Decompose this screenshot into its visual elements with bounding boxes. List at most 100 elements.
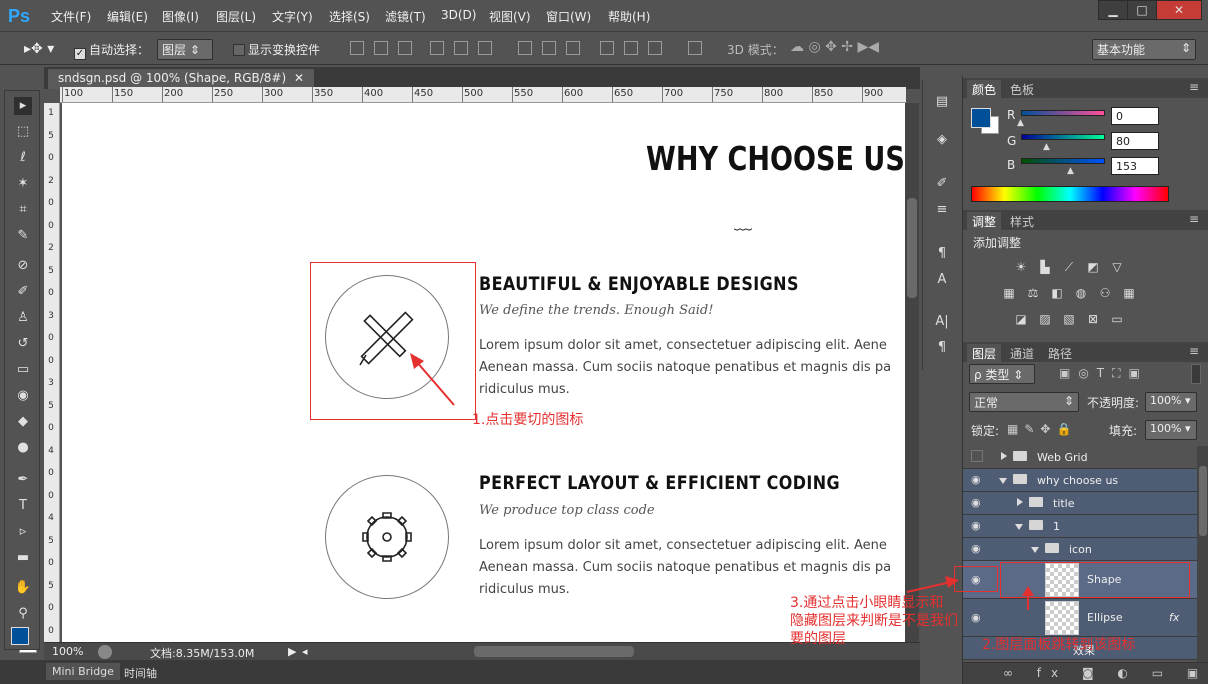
layer-visibility-eye-icon[interactable]: ◉ [971, 473, 985, 487]
opacity-input[interactable]: 100% ▾ [1145, 392, 1197, 412]
tab-timeline[interactable]: 时间轴 [118, 663, 163, 683]
history-brush-tool-icon[interactable]: ↺ [14, 335, 32, 353]
document-canvas[interactable]: WHY CHOOSE US ﹏ BEAUTIFUL & ENJOYABLE DE… [62, 103, 905, 642]
collapse-triangle-icon[interactable] [1031, 547, 1039, 553]
horizontal-scrollbar-thumb[interactable] [474, 646, 634, 657]
layer-effects-icon[interactable]: fx [1169, 611, 1179, 624]
marquee-tool-icon[interactable]: ⬚ [14, 123, 32, 141]
green-value-input[interactable]: 80 [1111, 132, 1159, 150]
tab-swatches[interactable]: 色板 [1005, 80, 1039, 99]
layer-row[interactable]: ◉ 1 [963, 515, 1197, 538]
zoom-tool-icon[interactable]: ⚲ [14, 605, 32, 623]
align-bottom-icon[interactable] [398, 41, 412, 55]
character-panel-icon[interactable]: A| [933, 314, 951, 332]
align-right-icon[interactable] [478, 41, 492, 55]
align-vcenter-icon[interactable] [374, 41, 388, 55]
align-top-icon[interactable] [350, 41, 364, 55]
menu-window[interactable]: 窗口(W) [546, 8, 591, 25]
pen-tool-icon[interactable]: ✒ [14, 471, 32, 489]
layer-visibility-eye-icon[interactable]: ◉ [971, 542, 985, 556]
tab-layers[interactable]: 图层 [967, 344, 1002, 363]
selective-color-icon[interactable]: ⊠ [1085, 312, 1101, 326]
levels-icon[interactable]: ▙ [1037, 260, 1053, 274]
distribute-hcenter-icon[interactable] [624, 41, 638, 55]
align-hcenter-icon[interactable] [454, 41, 468, 55]
layer-row[interactable]: ◉ title [963, 492, 1197, 515]
vertical-scrollbar[interactable] [905, 103, 919, 642]
brightness-icon[interactable]: ☀ [1013, 260, 1029, 274]
expand-triangle-icon[interactable] [1017, 498, 1023, 506]
lock-icons[interactable]: ▦✎✥🔒 [1007, 422, 1077, 436]
align-left-icon[interactable] [430, 41, 444, 55]
panel-menu-icon[interactable]: ≡ [1189, 80, 1199, 94]
threshold-icon[interactable]: ▧ [1061, 312, 1077, 326]
photo-filter-icon[interactable]: ◍ [1073, 286, 1089, 300]
blue-slider-handle[interactable]: ▲ [1067, 166, 1074, 176]
3d-panel-icon[interactable]: ◈ [933, 132, 951, 150]
status-menu-arrow-icon[interactable]: ▶ [288, 645, 296, 658]
color-spectrum[interactable] [971, 186, 1169, 202]
magic-wand-tool-icon[interactable]: ✶ [14, 175, 32, 193]
layer-row[interactable]: Web Grid [963, 446, 1197, 469]
minimize-button[interactable]: ▁ [1098, 0, 1128, 20]
status-info-icon[interactable] [98, 645, 112, 659]
collapse-triangle-icon[interactable] [999, 478, 1007, 484]
blend-mode-dropdown[interactable]: 正常 ⇕ [969, 392, 1079, 412]
brush-tool-icon[interactable]: ✐ [14, 283, 32, 301]
layer-filter-icons[interactable]: ▣◎T⛶▣ [1059, 366, 1148, 381]
menu-layer[interactable]: 图层(L) [216, 8, 256, 25]
layer-actions-icons[interactable]: ∞ fx ◙ ◐ ▭ ▣ ▤ [1003, 666, 1208, 680]
menu-3d[interactable]: 3D(D) [441, 8, 476, 22]
layer-row[interactable]: ◉ why choose us [963, 469, 1197, 492]
collapse-triangle-icon[interactable] [1015, 524, 1023, 530]
blue-slider[interactable] [1021, 158, 1105, 164]
green-slider[interactable] [1021, 134, 1105, 140]
close-button[interactable]: ✕ [1156, 0, 1202, 20]
healing-brush-tool-icon[interactable]: ⊘ [14, 257, 32, 275]
paragraph-panel-icon[interactable]: ¶ [933, 340, 951, 358]
red-slider-handle[interactable]: ▲ [1017, 118, 1024, 128]
scroll-left-arrow-icon[interactable]: ◂ [302, 645, 308, 658]
history-panel-icon[interactable]: ▤ [933, 94, 951, 112]
document-tab[interactable]: sndsgn.psd @ 100% (Shape, RGB/8#) ✕ [48, 69, 315, 89]
3d-mode-icons[interactable]: ☁ ◎ ✥ ✢ ▶◀ [790, 39, 879, 55]
menu-image[interactable]: 图像(I) [162, 8, 199, 25]
auto-select-dropdown[interactable]: 图层 ⇕ [157, 39, 213, 60]
invert-icon[interactable]: ◪ [1013, 312, 1029, 326]
red-value-input[interactable]: 0 [1111, 107, 1159, 125]
layer-scrollbar[interactable] [1197, 446, 1208, 668]
menu-filter[interactable]: 滤镜(T) [385, 8, 426, 25]
type-tool-icon[interactable]: T [14, 497, 32, 515]
curves-icon[interactable]: ⟋ [1061, 260, 1077, 274]
color-lookup-icon[interactable]: ▦ [1121, 286, 1137, 300]
character-style-icon[interactable]: A [933, 272, 951, 290]
eyedropper-tool-icon[interactable]: ✎ [14, 227, 32, 245]
menu-type[interactable]: 文字(Y) [272, 8, 313, 25]
tab-color[interactable]: 颜色 [967, 80, 1002, 99]
tab-paths[interactable]: 路径 [1043, 344, 1077, 363]
exposure-icon[interactable]: ◩ [1085, 260, 1101, 274]
distribute-top-icon[interactable] [518, 41, 532, 55]
zoom-level[interactable]: 100% [52, 645, 83, 658]
foreground-color-box[interactable] [971, 108, 991, 128]
tab-mini-bridge[interactable]: Mini Bridge [46, 663, 120, 680]
fill-input[interactable]: 100% ▾ [1145, 420, 1197, 440]
crop-tool-icon[interactable]: ⌗ [14, 201, 32, 219]
panel-menu-icon[interactable]: ≡ [1189, 344, 1199, 358]
workspace-dropdown[interactable]: 基本功能 ⇕ [1092, 39, 1196, 60]
rectangle-tool-icon[interactable]: ▬ [14, 549, 32, 567]
auto-align-icon[interactable] [688, 41, 702, 55]
stamp-tool-icon[interactable]: ♙ [14, 309, 32, 327]
blue-value-input[interactable]: 153 [1111, 157, 1159, 175]
distribute-left-icon[interactable] [600, 41, 614, 55]
distribute-vcenter-icon[interactable] [542, 41, 556, 55]
hand-tool-icon[interactable]: ✋ [14, 579, 32, 597]
gear-icon[interactable] [357, 507, 417, 567]
properties-panel-icon[interactable]: ≡ [933, 202, 951, 220]
layer-visibility-eye-icon[interactable]: ◉ [971, 496, 985, 510]
layer-visibility-eye-icon[interactable] [971, 450, 983, 462]
blur-tool-icon[interactable]: ◆ [14, 413, 32, 431]
gradient-map-icon[interactable]: ▭ [1109, 312, 1125, 326]
green-slider-handle[interactable]: ▲ [1043, 142, 1050, 152]
maximize-button[interactable]: □ [1127, 0, 1157, 20]
